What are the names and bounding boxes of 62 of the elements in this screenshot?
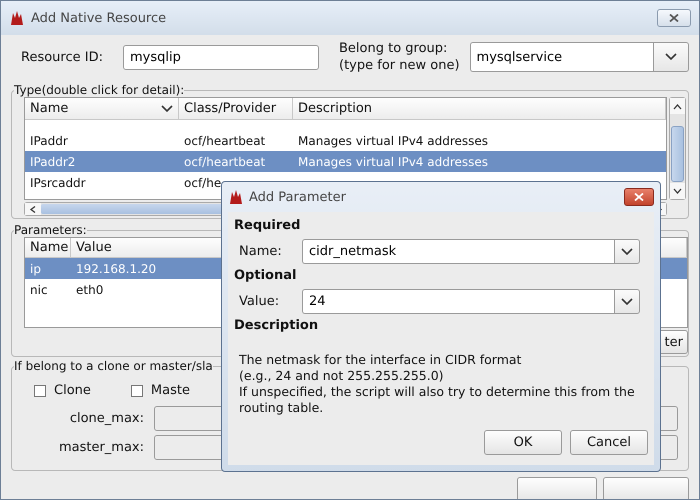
table-cell-text: Manages virtual IPv4 addresses	[297, 134, 490, 148]
section-heading: Optional	[234, 267, 298, 285]
field-label: Belong to group:	[339, 40, 448, 57]
table-cell-text: Manages virtual IPv4 addresses	[297, 154, 490, 168]
app-logo-icon	[228, 189, 244, 205]
dialog-title: Add Parameter	[249, 190, 347, 204]
resource-id-field[interactable]: mysqlip	[123, 44, 319, 70]
column-header[interactable]: Description	[293, 98, 666, 119]
close-button[interactable]	[657, 9, 691, 27]
ok-button[interactable]: OK	[484, 430, 562, 455]
group-legend: If belong to a clone or master/sla	[14, 359, 213, 373]
group-legend: Type(double click for detail):	[14, 83, 184, 97]
table-cell-text: ocf/heartbeat	[183, 154, 266, 168]
dropdown-button[interactable]	[614, 289, 640, 314]
field-label: master_max:	[58, 440, 144, 455]
table-cell-text: nic	[29, 282, 49, 296]
vertical-scrollbar[interactable]	[669, 97, 686, 200]
value-field[interactable]: 24	[302, 289, 614, 314]
column-header[interactable]: Name	[25, 238, 71, 257]
table-cell-text: ip	[29, 262, 42, 276]
section-heading: Required	[234, 217, 302, 235]
field-label: Name:	[239, 244, 283, 259]
name-field[interactable]: cidr_netmask	[302, 239, 614, 264]
table-cell-text: ocf/heartbeat	[183, 134, 266, 148]
window-title: Add Native Resource	[31, 10, 168, 26]
scroll-left-icon[interactable]	[28, 206, 38, 212]
chevron-down-icon	[621, 248, 633, 256]
close-icon	[634, 193, 644, 201]
description-text: The netmask for the interface in CIDR format (e.g., 24 and not 255.255.255.0) If unspecified, the script will also try to determine this from the routing table.	[239, 352, 636, 416]
field-label: Value:	[239, 294, 280, 309]
field-label: Resource ID:	[21, 50, 104, 64]
dropdown-button[interactable]	[653, 42, 689, 72]
checkbox[interactable]	[34, 384, 46, 396]
group-field[interactable]: mysqlservice	[470, 42, 653, 72]
scroll-down-icon[interactable]	[673, 188, 682, 194]
chevron-down-icon	[621, 298, 633, 306]
table-cell-text: 192.168.1.20	[75, 262, 158, 276]
app-logo-icon	[9, 10, 25, 26]
table-cell-text: IPaddr	[29, 134, 69, 148]
table-cell-text: eth0	[75, 282, 104, 296]
partly-hidden-button[interactable]	[517, 477, 597, 499]
chevron-down-icon	[665, 53, 677, 61]
field-label: (type for new one)	[339, 57, 460, 74]
section-heading: Description	[234, 317, 320, 335]
partly-hidden-button[interactable]	[603, 477, 689, 499]
dropdown-button[interactable]	[614, 239, 640, 264]
scroll-up-icon[interactable]	[673, 102, 682, 110]
checkbox-label: Maste	[150, 383, 190, 398]
column-header[interactable]: Class/Provider	[179, 98, 293, 119]
table-row[interactable]: IPaddr ocf/heartbeat Manages virtual IPv4 addresses	[25, 130, 666, 151]
close-icon	[669, 14, 679, 22]
table-cell-text: IPaddr2	[29, 154, 76, 168]
checkbox[interactable]	[130, 384, 143, 396]
table-cell-text: IPsrcaddr	[29, 176, 87, 190]
checkbox-label: Clone	[54, 383, 91, 398]
column-header[interactable]: Name	[25, 98, 179, 119]
table-cell-text: ocf/he	[183, 176, 222, 190]
close-button[interactable]	[624, 188, 654, 206]
cancel-button[interactable]: Cancel	[570, 430, 648, 455]
field-label: clone_max:	[68, 411, 144, 426]
chevron-down-icon	[161, 104, 173, 112]
group-legend: Parameters:	[14, 223, 87, 237]
